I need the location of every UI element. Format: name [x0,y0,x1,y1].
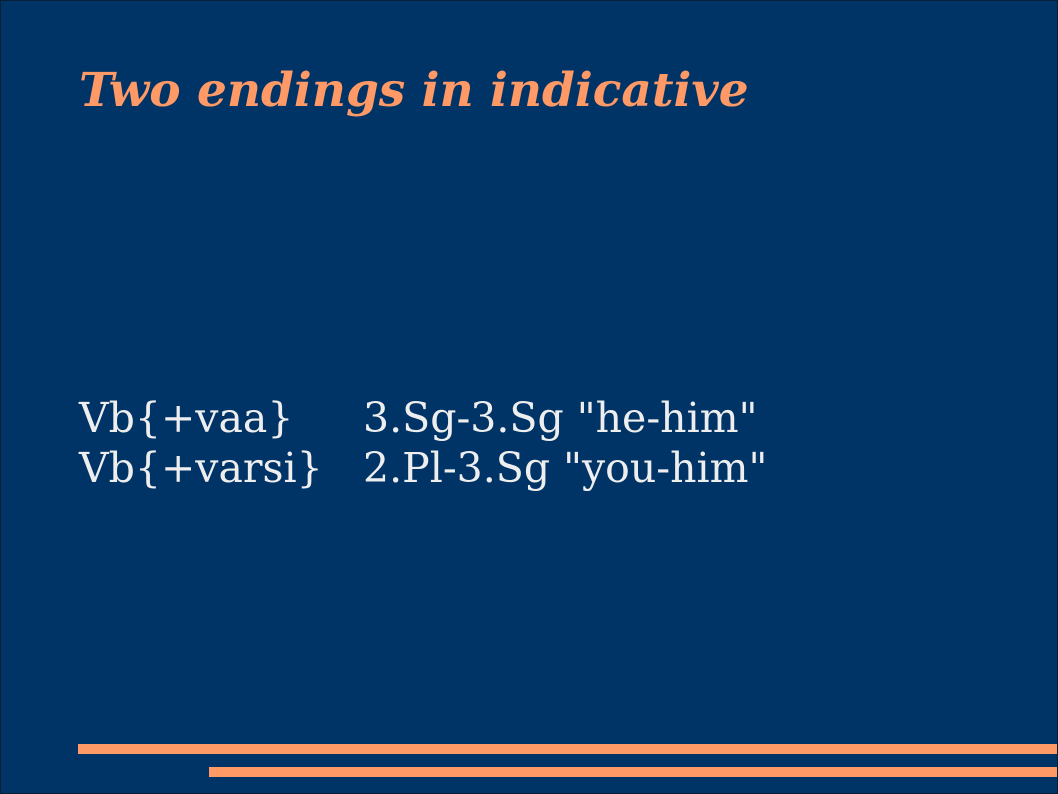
ending-row: Vb{+vaa} 3.Sg-3.Sg "he-him" [79,393,767,443]
ending-form: Vb{+vaa} [79,394,294,442]
ending-gloss: 2.Pl-3.Sg "you-him" [363,444,768,492]
slide-content: Vb{+vaa} 3.Sg-3.Sg "he-him" Vb{+varsi} 2… [79,393,767,493]
slide: Two endings in indicative Vb{+vaa} 3.Sg-… [0,0,1058,794]
ending-gloss: 3.Sg-3.Sg "he-him" [363,394,758,442]
decorative-bar-top [78,744,1057,754]
ending-row: Vb{+varsi} 2.Pl-3.Sg "you-him" [79,443,767,493]
slide-title: Two endings in indicative [79,63,749,118]
ending-form: Vb{+varsi} [79,444,323,492]
decorative-bar-bottom [209,767,1057,777]
